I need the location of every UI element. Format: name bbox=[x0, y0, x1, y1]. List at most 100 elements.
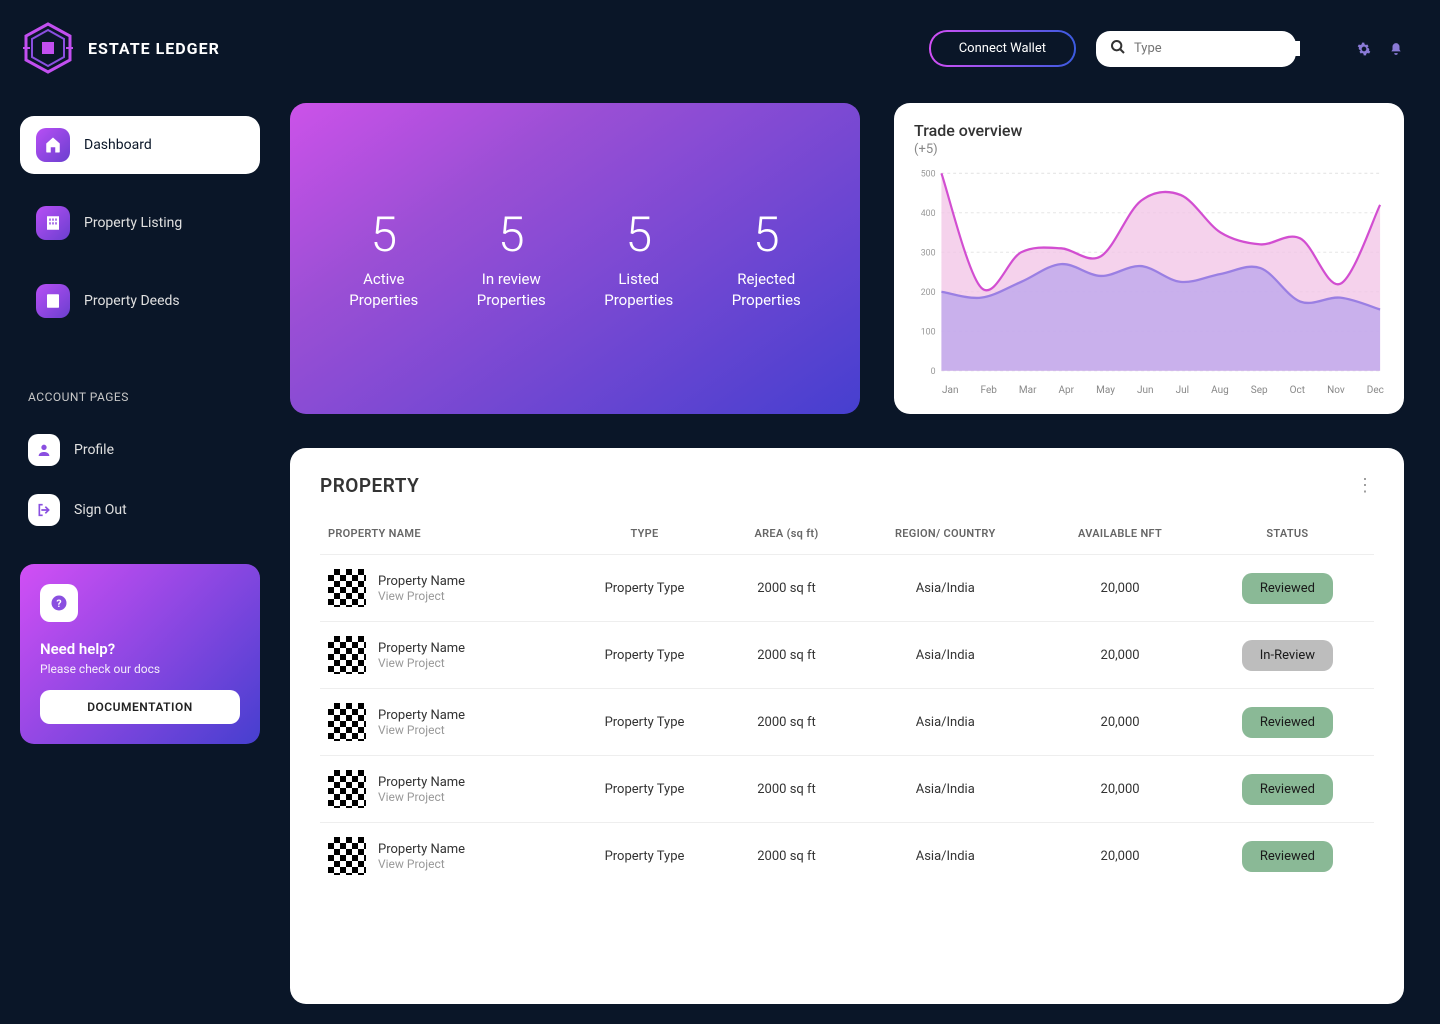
property-nft: 20,000 bbox=[1039, 689, 1200, 756]
property-thumb bbox=[328, 569, 366, 607]
trade-overview-card: Trade overview (+5) 0100200300400500 Jan… bbox=[894, 103, 1404, 414]
table-row: Property NameView ProjectProperty Type20… bbox=[320, 622, 1374, 689]
x-tick: Feb bbox=[981, 385, 997, 396]
notification-icon[interactable] bbox=[1388, 41, 1404, 57]
view-project-link[interactable]: View Project bbox=[378, 857, 465, 871]
help-subtitle: Please check our docs bbox=[40, 662, 240, 676]
property-name: Property Name bbox=[378, 641, 465, 656]
view-project-link[interactable]: View Project bbox=[378, 723, 465, 737]
stat-label: In reviewProperties bbox=[477, 269, 546, 311]
property-thumb bbox=[328, 636, 366, 674]
property-table-card: PROPERTY ⋮ PROPERTY NAMETYPEAREA (sq ft)… bbox=[290, 448, 1404, 1004]
nav-icon bbox=[36, 206, 70, 240]
property-table: PROPERTY NAMETYPEAREA (sq ft)REGION/ COU… bbox=[320, 517, 1374, 889]
account-item-sign-out[interactable]: Sign Out bbox=[20, 484, 260, 536]
property-type: Property Type bbox=[567, 823, 722, 890]
stat-in-review: 5 In reviewProperties bbox=[477, 206, 546, 311]
property-region: Asia/India bbox=[851, 622, 1039, 689]
property-nft: 20,000 bbox=[1039, 756, 1200, 823]
connect-wallet-label: Connect Wallet bbox=[931, 32, 1074, 65]
x-tick: Aug bbox=[1211, 385, 1229, 396]
view-project-link[interactable]: View Project bbox=[378, 656, 465, 670]
x-tick: Jan bbox=[942, 385, 958, 396]
view-project-link[interactable]: View Project bbox=[378, 589, 465, 603]
x-tick: Oct bbox=[1290, 385, 1305, 396]
property-name: Property Name bbox=[378, 708, 465, 723]
property-thumb bbox=[328, 703, 366, 741]
help-title: Need help? bbox=[40, 640, 240, 658]
property-nft: 20,000 bbox=[1039, 823, 1200, 890]
svg-text:200: 200 bbox=[921, 288, 936, 298]
x-tick: Dec bbox=[1367, 385, 1384, 396]
chart-x-axis: JanFebMarAprMayJunJulAugSepOctNovDec bbox=[914, 385, 1384, 396]
sidebar-item-property-listing[interactable]: Property Listing bbox=[20, 194, 260, 252]
property-type: Property Type bbox=[567, 756, 722, 823]
property-region: Asia/India bbox=[851, 555, 1039, 622]
col-header: PROPERTY NAME bbox=[320, 517, 567, 555]
property-name: Property Name bbox=[378, 842, 465, 857]
table-row: Property NameView ProjectProperty Type20… bbox=[320, 756, 1374, 823]
x-tick: Mar bbox=[1019, 385, 1037, 396]
x-tick: Jun bbox=[1137, 385, 1154, 396]
account-icon bbox=[28, 434, 60, 466]
help-icon: ? bbox=[40, 584, 78, 622]
nav-icon bbox=[36, 128, 70, 162]
chart-subtitle: (+5) bbox=[914, 142, 1384, 157]
account-label: Sign Out bbox=[74, 502, 127, 518]
property-area: 2000 sq ft bbox=[722, 622, 851, 689]
property-thumb bbox=[328, 837, 366, 875]
property-region: Asia/India bbox=[851, 756, 1039, 823]
connect-wallet-button[interactable]: Connect Wallet bbox=[929, 30, 1076, 67]
table-row: Property NameView Project Property Type 20… bbox=[320, 689, 1374, 756]
col-header: STATUS bbox=[1201, 517, 1374, 555]
nav-label: Dashboard bbox=[84, 137, 152, 153]
svg-text:100: 100 bbox=[921, 327, 936, 337]
property-type: Property Type bbox=[567, 689, 722, 756]
account-item-profile[interactable]: Profile bbox=[20, 424, 260, 476]
topbar: Connect Wallet bbox=[290, 20, 1404, 67]
stat-active: 5 ActiveProperties bbox=[349, 206, 418, 311]
x-tick: May bbox=[1096, 385, 1115, 396]
sidebar-item-dashboard[interactable]: Dashboard bbox=[20, 116, 260, 174]
svg-text:0: 0 bbox=[931, 367, 936, 377]
property-name: Property Name bbox=[378, 775, 465, 790]
stat-value: 5 bbox=[477, 206, 546, 263]
search-input[interactable] bbox=[1134, 41, 1300, 56]
col-header: REGION/ COUNTRY bbox=[851, 517, 1039, 555]
stat-label: ListedProperties bbox=[604, 269, 673, 311]
status-badge: Reviewed bbox=[1242, 774, 1333, 805]
property-thumb bbox=[328, 770, 366, 808]
table-menu-icon[interactable]: ⋮ bbox=[1356, 475, 1374, 496]
status-badge: Reviewed bbox=[1242, 841, 1333, 872]
sidebar: ESTATE LEDGER Dashboard Property Listing P… bbox=[0, 0, 280, 1024]
stat-listed: 5 ListedProperties bbox=[604, 206, 673, 311]
col-header: AVAILABLE NFT bbox=[1039, 517, 1200, 555]
svg-text:?: ? bbox=[56, 597, 61, 610]
sidebar-item-property-deeds[interactable]: Property Deeds bbox=[20, 272, 260, 330]
x-tick: Sep bbox=[1251, 385, 1268, 396]
main-content: Connect Wallet 5 ActiveProperties 5 In revi… bbox=[280, 0, 1440, 1024]
search-icon bbox=[1110, 39, 1126, 59]
brand: ESTATE LEDGER bbox=[20, 20, 260, 76]
stat-value: 5 bbox=[604, 206, 673, 263]
x-tick: Jul bbox=[1176, 385, 1189, 396]
property-area: 2000 sq ft bbox=[722, 756, 851, 823]
property-area: 2000 sq ft bbox=[722, 823, 851, 890]
stat-value: 5 bbox=[349, 206, 418, 263]
svg-text:400: 400 bbox=[921, 209, 936, 219]
stat-label: RejectedProperties bbox=[732, 269, 801, 311]
svg-text:300: 300 bbox=[921, 248, 936, 258]
settings-icon[interactable] bbox=[1356, 41, 1372, 57]
view-project-link[interactable]: View Project bbox=[378, 790, 465, 804]
documentation-button[interactable]: DOCUMENTATION bbox=[40, 690, 240, 724]
property-area: 2000 sq ft bbox=[722, 555, 851, 622]
stat-label: ActiveProperties bbox=[349, 269, 418, 311]
stat-value: 5 bbox=[732, 206, 801, 263]
stat-rejected: 5 RejectedProperties bbox=[732, 206, 801, 311]
status-badge: Reviewed bbox=[1242, 707, 1333, 738]
x-tick: Nov bbox=[1327, 385, 1345, 396]
property-region: Asia/India bbox=[851, 689, 1039, 756]
brand-name: ESTATE LEDGER bbox=[88, 39, 220, 58]
account-icon bbox=[28, 494, 60, 526]
search-box[interactable] bbox=[1096, 31, 1296, 67]
